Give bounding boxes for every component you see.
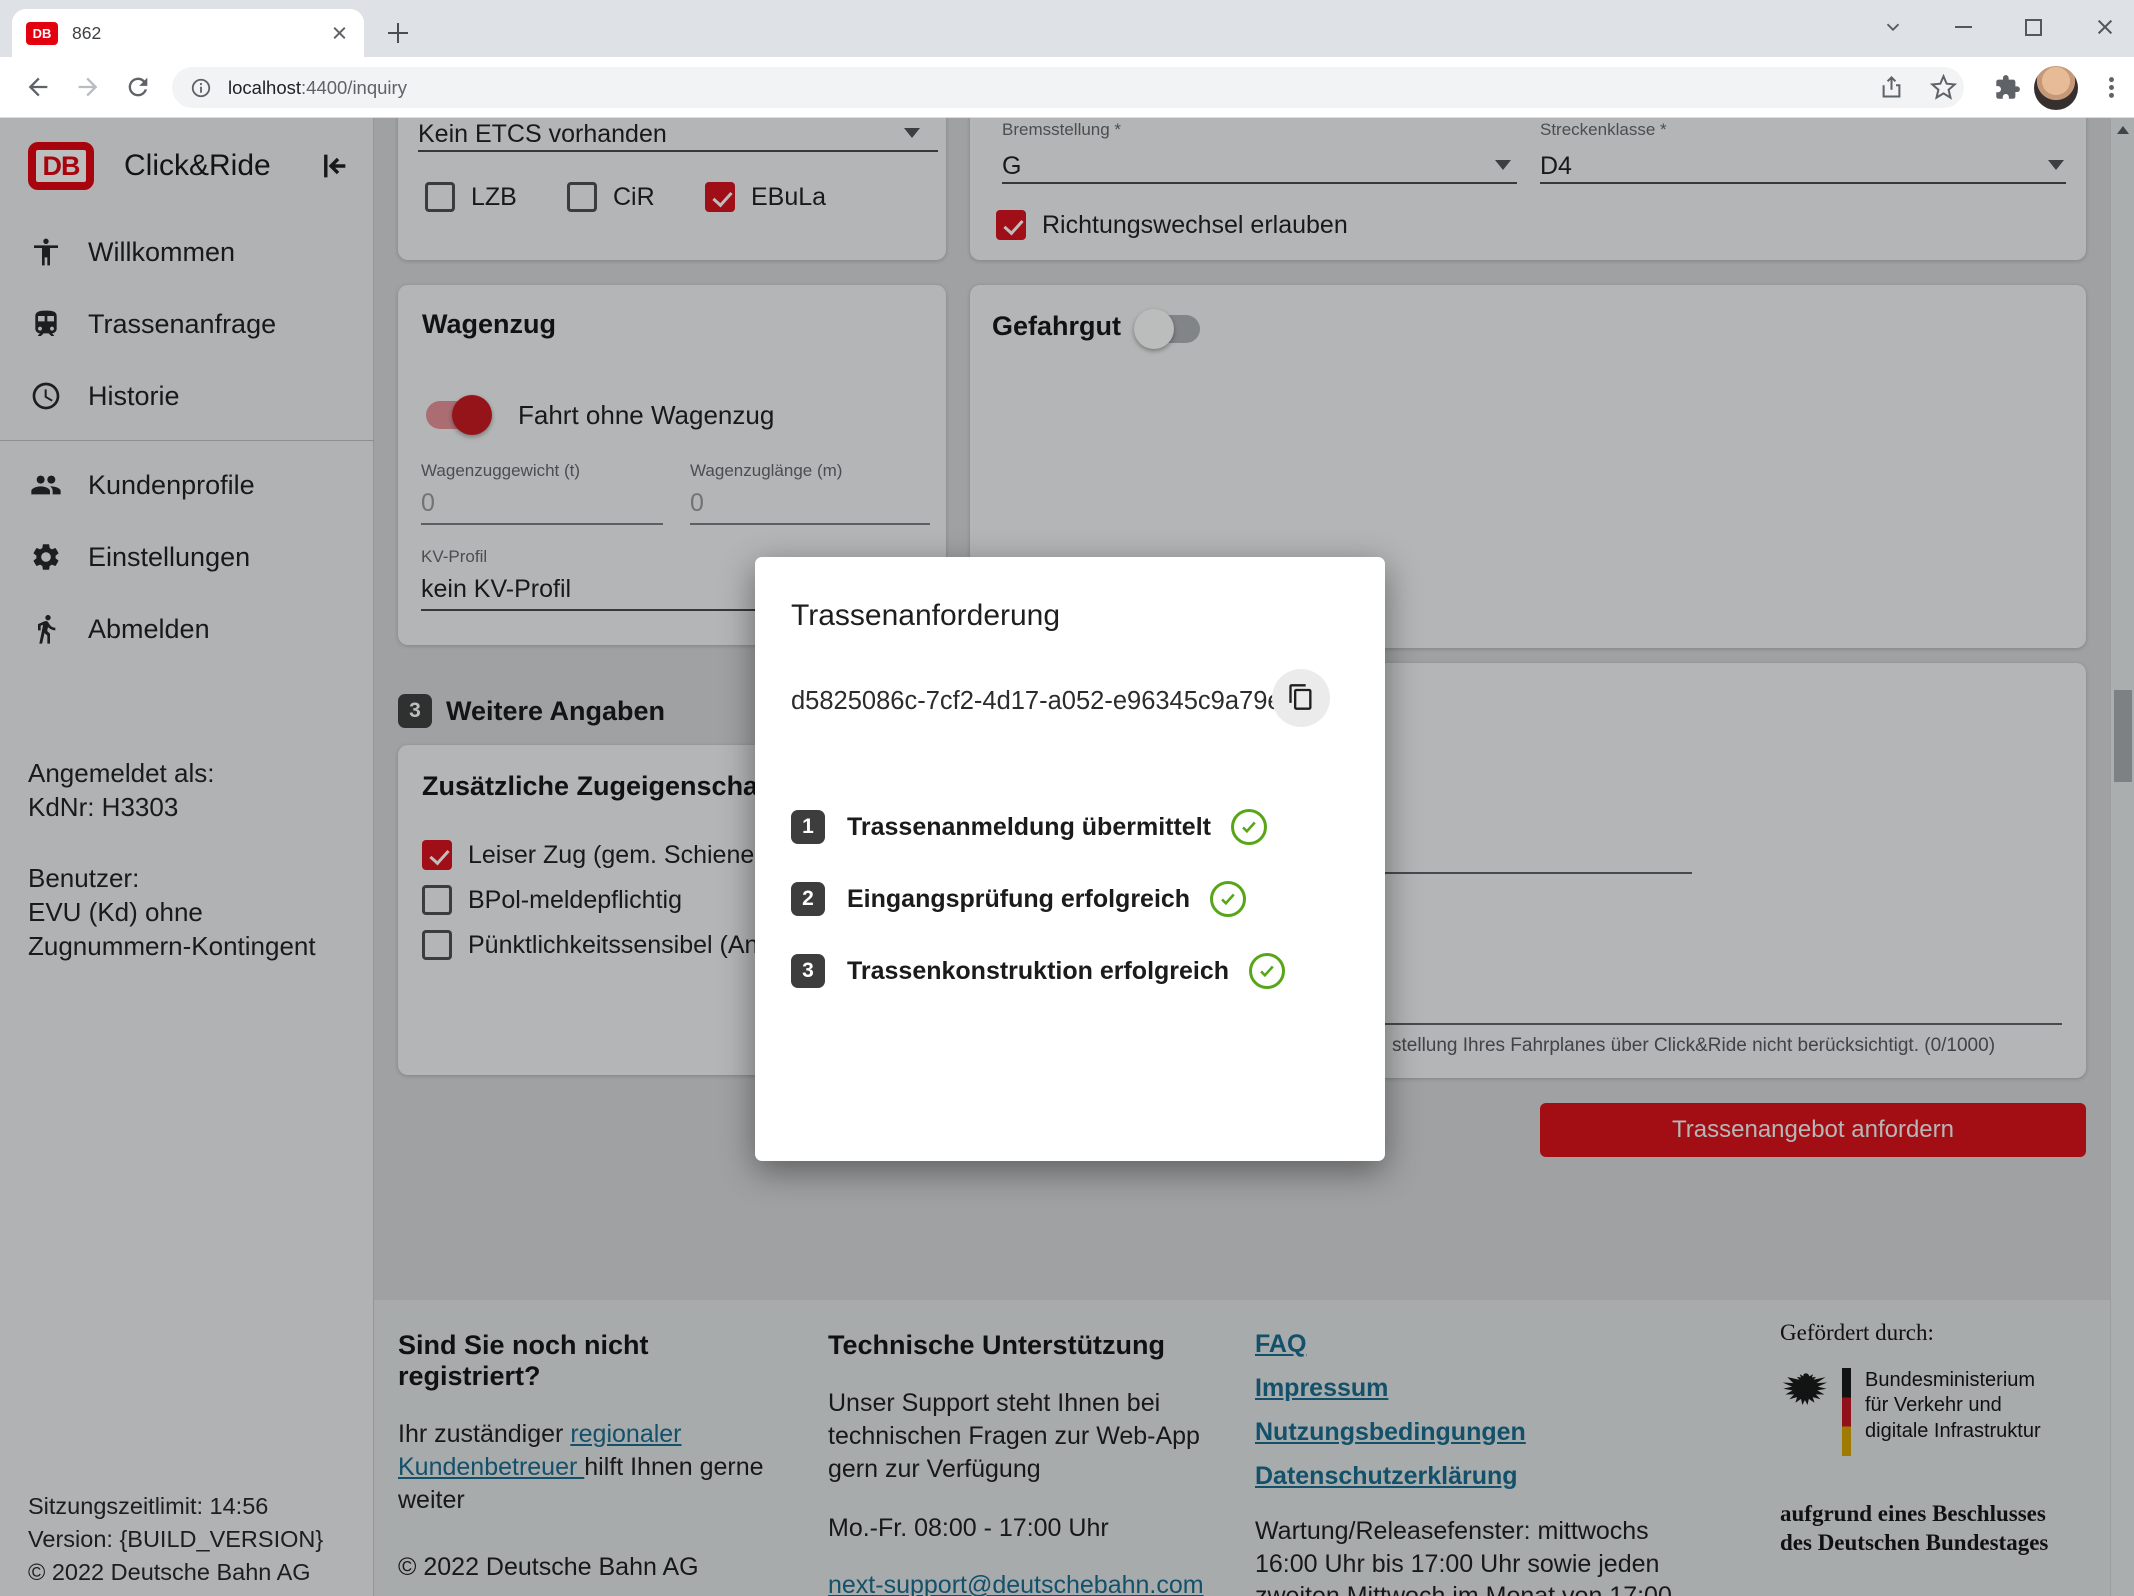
step-number-badge: 3 [791, 954, 825, 988]
window-chevron-icon[interactable] [1876, 10, 1910, 44]
browser-tab[interactable]: DB 862 [12, 9, 364, 57]
status-steps: 1 Trassenanmeldung übermittelt 2 Eingang… [791, 807, 1349, 1023]
window-minimize-icon[interactable] [1946, 10, 1980, 44]
copy-button[interactable] [1272, 669, 1330, 727]
dialog-title: Trassenanforderung [791, 599, 1060, 633]
step-number-badge: 1 [791, 810, 825, 844]
db-favicon: DB [26, 22, 58, 45]
step-row: 3 Trassenkonstruktion erfolgreich [791, 951, 1349, 991]
success-check-icon [1249, 953, 1285, 989]
step-label: Eingangsprüfung erfolgreich [847, 885, 1190, 914]
profile-avatar[interactable] [2034, 66, 2078, 110]
bookmark-star-icon[interactable] [1930, 74, 1957, 101]
url-bar[interactable]: localhost:4400/inquiry [172, 67, 1964, 108]
share-icon[interactable] [1878, 74, 1905, 101]
browser-window: DB 862 localhost:4400/inquiry [0, 0, 2134, 1596]
copy-icon [1287, 683, 1315, 714]
step-label: Trassenkonstruktion erfolgreich [847, 957, 1229, 986]
step-label: Trassenanmeldung übermittelt [847, 813, 1211, 842]
forward-icon[interactable] [74, 73, 102, 101]
new-tab-button[interactable] [384, 20, 412, 48]
extensions-icon[interactable] [1994, 74, 2021, 101]
app-viewport: DB Click&Ride Willkommen Trassen [0, 118, 2134, 1596]
back-icon[interactable] [24, 73, 52, 101]
reload-icon[interactable] [124, 73, 152, 101]
request-id: d5825086c-7cf2-4d17-a052-e96345c9a79e [791, 687, 1282, 716]
window-close-icon[interactable] [2088, 10, 2122, 44]
tab-close-icon[interactable] [330, 23, 350, 43]
window-maximize-icon[interactable] [2016, 10, 2050, 44]
step-row: 2 Eingangsprüfung erfolgreich [791, 879, 1349, 919]
browser-toolbar: localhost:4400/inquiry [0, 57, 2134, 118]
browser-menu-icon[interactable] [2098, 74, 2125, 101]
site-info-icon[interactable] [190, 77, 212, 99]
success-check-icon [1210, 881, 1246, 917]
step-row: 1 Trassenanmeldung übermittelt [791, 807, 1349, 847]
url-text: localhost:4400/inquiry [228, 77, 407, 99]
trassenanforderung-dialog: Trassenanforderung d5825086c-7cf2-4d17-a… [755, 557, 1385, 1161]
tab-title: 862 [72, 23, 330, 44]
success-check-icon [1231, 809, 1267, 845]
step-number-badge: 2 [791, 882, 825, 916]
tab-strip: DB 862 [0, 0, 2134, 57]
